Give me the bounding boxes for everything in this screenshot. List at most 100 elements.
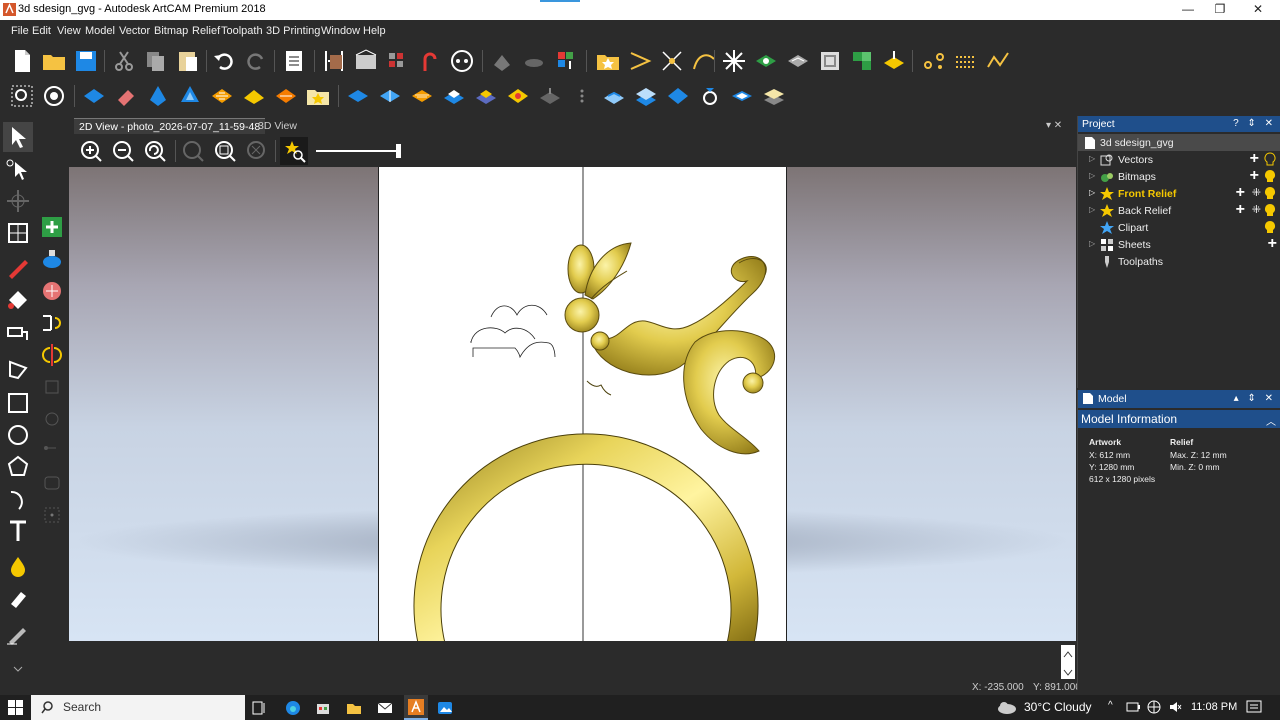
disabled-curve-icon[interactable] [37, 436, 67, 466]
menu-view[interactable]: View [57, 25, 81, 37]
battery-icon[interactable] [1126, 701, 1140, 713]
tray-overflow-icon[interactable]: ^ [1108, 700, 1113, 711]
magnet-icon[interactable] [416, 47, 444, 75]
transform-icon[interactable] [3, 218, 33, 248]
node-edit-icon[interactable] [3, 154, 33, 184]
visibility-bulb-icon[interactable] [1263, 203, 1277, 217]
zoom-previous-icon[interactable] [141, 137, 169, 165]
grey-relief-icon[interactable] [784, 47, 812, 75]
taskbar-search-box[interactable]: Search [31, 695, 245, 720]
polygon-icon[interactable] [3, 452, 33, 482]
gold-relief-icon[interactable] [880, 47, 908, 75]
visibility-bulb-icon[interactable] [1263, 169, 1277, 183]
add-sheet-icon[interactable]: + [1268, 235, 1277, 253]
zoom-in-icon[interactable] [77, 137, 105, 165]
trim-vectors-icon[interactable] [658, 47, 686, 75]
green-relief-icon[interactable] [752, 47, 780, 75]
tab-3d-view[interactable]: 3D View [253, 118, 302, 134]
disabled-arc-icon[interactable] [37, 404, 67, 434]
spin-icon[interactable] [176, 82, 204, 110]
calculate-icon[interactable] [448, 47, 476, 75]
bitmap-grid-icon[interactable] [384, 47, 412, 75]
circle-icon[interactable] [3, 420, 33, 450]
menu-toolpath[interactable]: Toolpath [221, 25, 263, 37]
globe-icon[interactable] [1147, 700, 1161, 714]
edge-browser-icon[interactable] [284, 699, 302, 717]
photos-icon[interactable] [436, 699, 454, 717]
maximize-button[interactable]: ❐ [1202, 0, 1238, 20]
menu-window[interactable]: Window [321, 25, 360, 37]
tab-controls[interactable]: ▾ ✕ [1041, 118, 1067, 134]
star-burst-icon[interactable] [720, 47, 748, 75]
new-file-icon[interactable] [8, 47, 36, 75]
paste-icon[interactable] [174, 47, 202, 75]
windows-start-icon[interactable] [8, 700, 23, 715]
texture-icon[interactable] [816, 47, 844, 75]
notes-icon[interactable] [280, 47, 308, 75]
erase-relief-icon[interactable] [488, 47, 516, 75]
tree-item-vectors[interactable]: ▷ Vectors + [1078, 150, 1280, 168]
expand-arrow-icon[interactable]: ▷ [1089, 188, 1095, 197]
fill-icon[interactable] [3, 284, 33, 314]
smooth-relief-icon[interactable] [600, 82, 628, 110]
sculpt-icon[interactable] [3, 618, 33, 648]
offset-relief-icon[interactable] [440, 82, 468, 110]
add-vector-icon[interactable]: + [1250, 150, 1259, 168]
add-relief-icon[interactable] [344, 82, 372, 110]
undo-icon[interactable] [210, 47, 238, 75]
tree-item-clipart[interactable]: Clipart [1078, 219, 1280, 236]
gold-block-icon[interactable] [240, 82, 268, 110]
zoom-model-icon[interactable] [211, 137, 239, 165]
menu-relief[interactable]: Relief [192, 25, 220, 37]
texture-relief-icon[interactable] [408, 82, 436, 110]
disabled-dotbox-icon[interactable] [37, 500, 67, 530]
project-file-row[interactable]: 3d sdesign_gvg [1078, 134, 1280, 151]
purple-relief-icon[interactable] [472, 82, 500, 110]
node-points-icon[interactable] [920, 47, 948, 75]
dotted-lines-icon[interactable] [952, 47, 980, 75]
relief-layers-icon[interactable]: ⁜ [1252, 186, 1261, 199]
tab-2d-view[interactable]: 2D View - photo_2026-07-07_11-59-48 [74, 118, 266, 134]
minimize-button[interactable]: — [1170, 0, 1206, 20]
zoom-selection-icon[interactable] [179, 137, 207, 165]
zoom-out-icon[interactable] [109, 137, 137, 165]
tree-item-sheets[interactable]: ▷ Sheets + [1078, 235, 1280, 253]
menu-bitmap[interactable]: Bitmap [154, 25, 188, 37]
zoom-box-icon[interactable] [8, 82, 36, 110]
blue-block-icon[interactable] [664, 82, 692, 110]
menu-help[interactable]: Help [363, 25, 386, 37]
artcam-taskbar-button[interactable] [404, 695, 428, 720]
expand-arrow-icon[interactable]: ▷ [1089, 239, 1095, 248]
polyline-draw-icon[interactable] [3, 354, 33, 384]
weave-icon[interactable] [208, 82, 236, 110]
cut-icon[interactable] [110, 47, 138, 75]
open-clipart-icon[interactable] [594, 47, 622, 75]
expand-arrow-icon[interactable]: ▷ [1089, 154, 1095, 163]
vector-sweep-icon[interactable] [626, 47, 654, 75]
menu-vector[interactable]: Vector [119, 25, 150, 37]
move-icon[interactable] [3, 186, 33, 216]
smudge-icon[interactable] [3, 584, 33, 614]
tree-item-bitmaps[interactable]: ▷ Bitmaps + [1078, 167, 1280, 185]
expand-arrow-icon[interactable]: ▷ [1089, 205, 1095, 214]
menu-edit[interactable]: Edit [32, 25, 51, 37]
weather-text[interactable]: 30°C Cloudy [1024, 700, 1092, 714]
menu-3d-printing[interactable]: 3D Printing [266, 25, 320, 37]
store-icon[interactable] [314, 699, 332, 717]
set-model-size-icon[interactable] [320, 47, 348, 75]
notifications-icon[interactable] [1246, 700, 1262, 715]
disabled-tool-icon[interactable] [37, 372, 67, 402]
green-grid-icon[interactable] [848, 47, 876, 75]
file-explorer-icon[interactable] [345, 699, 363, 717]
tree-item-front-relief[interactable]: ▷ Front Relief + ⁜ [1078, 184, 1280, 202]
clock-time[interactable]: 11:08 PM [1191, 701, 1237, 713]
grid-circle-icon[interactable] [37, 276, 67, 306]
select-arrow-icon[interactable] [3, 122, 33, 152]
vertical-scroll-control[interactable] [1061, 645, 1075, 679]
model-border-icon[interactable] [352, 47, 380, 75]
menu-file[interactable]: File [11, 25, 29, 37]
dots-icon[interactable] [568, 82, 596, 110]
add-back-relief-icon[interactable]: + [1236, 201, 1245, 219]
color-layers-icon[interactable] [552, 47, 580, 75]
blue-pot-icon[interactable] [37, 244, 67, 274]
